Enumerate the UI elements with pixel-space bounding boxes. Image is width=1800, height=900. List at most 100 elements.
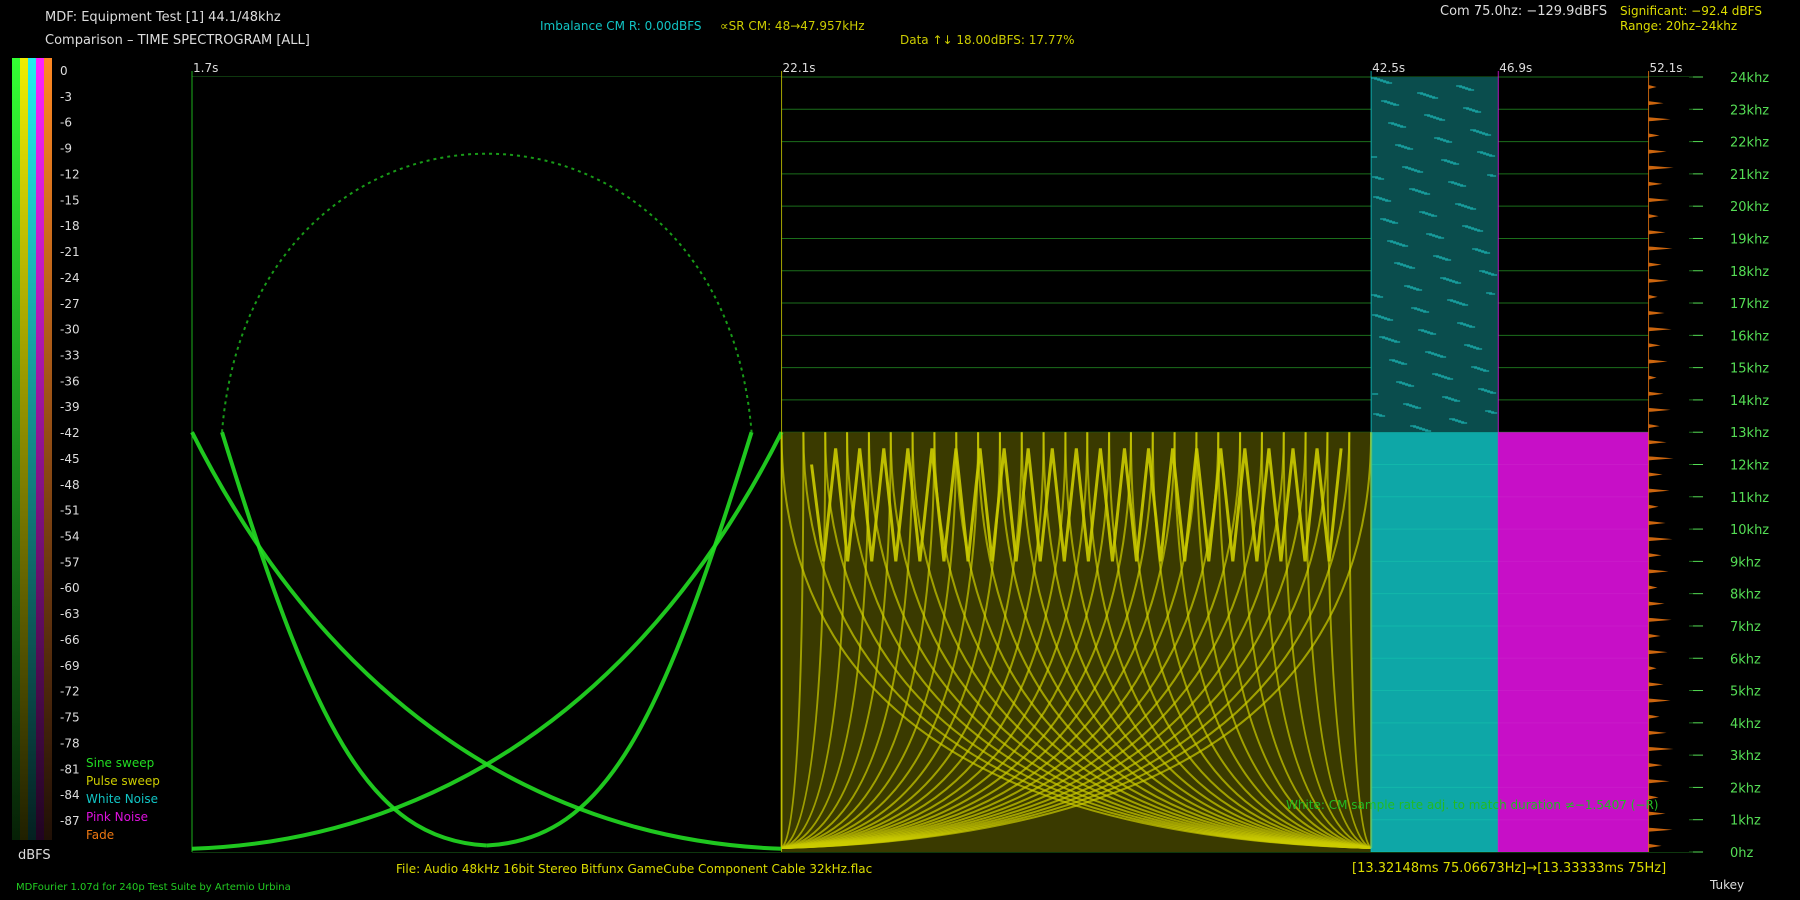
noise-speck [1431, 215, 1438, 217]
colorbar-tick-label: -3 [60, 90, 72, 104]
noise-speck [1400, 126, 1407, 128]
time-marker-label: 52.1s [1650, 61, 1683, 75]
noise-speck [1432, 97, 1439, 99]
frequency-tick-label: 0hz [1730, 846, 1754, 861]
colorbar-tick-label: -30 [60, 323, 80, 337]
frequency-tick-label: 24khz [1730, 71, 1769, 86]
credit-line: MDFourier 1.07d for 240p Test Suite by A… [16, 882, 291, 893]
frequency-tick-label: 7khz [1730, 620, 1761, 635]
noise-speck [1489, 155, 1496, 157]
bracket-readout: [13.32148ms 75.06673Hz]→[13.33333ms 75Hz… [1352, 861, 1667, 876]
colorbar-tick-label: -63 [60, 607, 80, 621]
time-marker-label: 1.7s [193, 61, 218, 75]
colorbar-tick-label: -69 [60, 659, 80, 673]
noise-speck [1372, 393, 1379, 395]
noise-speck [1491, 274, 1498, 276]
frequency-tick-label: 19khz [1730, 232, 1769, 247]
noise-speck [1460, 185, 1467, 187]
colorbar-tick-label: -9 [60, 142, 72, 156]
colorbar-tick-label: -42 [60, 426, 80, 440]
noise-speck [1401, 363, 1408, 365]
frequency-tick-label: 2khz [1730, 781, 1761, 796]
noise-speck [1461, 422, 1468, 424]
frequency-tick-label: 22khz [1730, 136, 1769, 151]
spectrogram-block [192, 77, 782, 852]
noise-speck [1476, 348, 1483, 350]
noise-speck [1484, 252, 1491, 254]
noise-speck [1416, 289, 1423, 291]
noise-speck [1446, 141, 1453, 143]
noise-speck [1470, 208, 1477, 210]
frequency-tick-label: 4khz [1730, 717, 1761, 732]
noise-speck [1394, 341, 1401, 343]
colorbar-tick-label: -45 [60, 452, 80, 466]
noise-speck [1453, 163, 1460, 165]
frequency-tick-label: 11khz [1730, 491, 1769, 506]
colorbar-tick-label: -87 [60, 814, 80, 828]
frequency-tick-label: 13khz [1730, 426, 1769, 441]
colorbar-tick-label: -12 [60, 167, 80, 181]
noise-speck [1477, 230, 1484, 232]
spectrogram-block [1498, 432, 1649, 852]
noise-speck [1430, 333, 1437, 335]
frequency-tick-label: 23khz [1730, 103, 1769, 118]
noise-speck [1387, 319, 1394, 321]
noise-speck [1475, 111, 1482, 113]
noise-speck [1393, 104, 1400, 106]
noise-speck [1469, 326, 1476, 328]
noise-speck [1490, 175, 1497, 177]
colorbar-tick-label: -81 [60, 762, 80, 776]
colorbar-tick-label: -39 [60, 400, 80, 414]
spectrogram-blocks [192, 77, 1690, 852]
frequency-tick-label: 17khz [1730, 297, 1769, 312]
time-marker-label: 42.5s [1372, 61, 1405, 75]
colorbar-tick-label: -24 [60, 271, 80, 285]
noise-speck [1386, 82, 1393, 84]
noise-speck [1445, 259, 1452, 261]
noise-speck [1371, 156, 1378, 158]
noise-speck [1489, 293, 1496, 295]
noise-speck [1378, 178, 1385, 180]
noise-speck [1409, 267, 1416, 269]
colorbar-tick-label: 0 [60, 64, 68, 78]
noise-speck [1402, 245, 1409, 247]
noise-speck [1440, 356, 1447, 358]
noise-speck [1424, 193, 1431, 195]
colorbar-tick-label: -48 [60, 478, 80, 492]
frequency-tick-label: 15khz [1730, 362, 1769, 377]
frequency-tick-label: 5khz [1730, 685, 1761, 700]
noise-speck [1415, 407, 1422, 409]
noise-speck [1455, 282, 1462, 284]
noise-speck [1491, 412, 1498, 414]
noise-speck [1377, 296, 1384, 298]
noise-speck [1454, 400, 1461, 402]
frequency-tick-label: 6khz [1730, 652, 1761, 667]
footer-note: White: CM sample rate adj. to match dura… [1286, 798, 1659, 812]
time-marker-label: 46.9s [1499, 61, 1532, 75]
colorbar-tick-label: -36 [60, 374, 80, 388]
noise-speck [1462, 304, 1469, 306]
frequency-tick-label: 10khz [1730, 523, 1769, 538]
colorbar-tick-label: -60 [60, 581, 80, 595]
frequency-tick-label: 9khz [1730, 555, 1761, 570]
colorbar-tick-label: -54 [60, 530, 80, 544]
colorbar-tick-label: -33 [60, 348, 80, 362]
colorbar-tick-label: -84 [60, 788, 80, 802]
colorbar-tick-label: -18 [60, 219, 80, 233]
frequency-tick-label: 16khz [1730, 329, 1769, 344]
noise-speck [1385, 200, 1392, 202]
noise-speck [1438, 237, 1445, 239]
colorbar-tick-label: -6 [60, 116, 72, 130]
colorbar-tick-label: -66 [60, 633, 80, 647]
noise-speck [1392, 222, 1399, 224]
frequency-tick-label: 3khz [1730, 749, 1761, 764]
spectrogram-block [1648, 77, 1690, 852]
frequency-tick-label: 18khz [1730, 265, 1769, 280]
noise-speck [1485, 134, 1492, 136]
frequency-tick-label: 12khz [1730, 459, 1769, 474]
noise-speck [1423, 311, 1430, 313]
noise-speck [1447, 378, 1454, 380]
noise-speck [1425, 430, 1432, 432]
colorbar-tick-label: -15 [60, 193, 80, 207]
noise-speck [1490, 392, 1497, 394]
